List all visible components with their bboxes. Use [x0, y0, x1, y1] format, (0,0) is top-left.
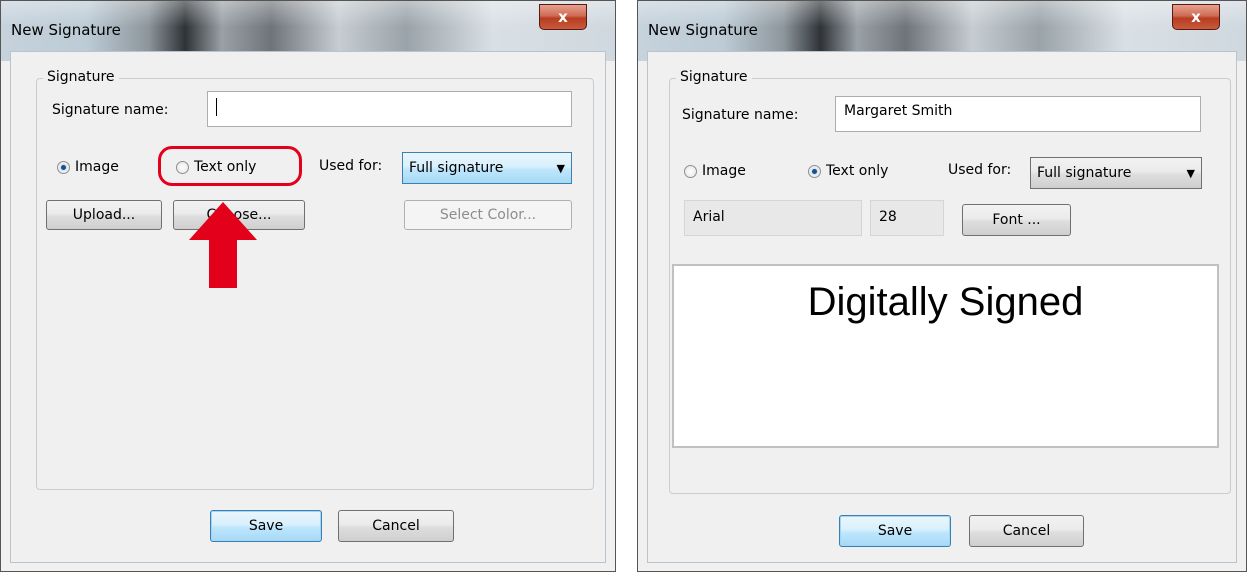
used-for-select[interactable]: Full signature ▼ [1030, 157, 1202, 189]
cancel-button[interactable]: Cancel [338, 510, 454, 542]
signature-name-label: Signature name: [682, 107, 799, 123]
signature-group-label: Signature [676, 69, 752, 85]
save-button[interactable]: Save [210, 510, 322, 542]
font-size-display: 28 [870, 200, 944, 236]
signature-groupbox: Signature [36, 69, 594, 490]
close-icon: x [1191, 8, 1201, 26]
radio-unchecked-icon [684, 164, 697, 178]
used-for-select[interactable]: Full signature ▼ [402, 152, 572, 184]
used-for-label: Used for: [948, 162, 1012, 178]
radio-image[interactable]: Image [57, 159, 119, 175]
radio-text-only[interactable]: Text only [808, 163, 888, 179]
dialog-title: New Signature [648, 21, 758, 39]
signature-name-input[interactable]: Margaret Smith [835, 96, 1201, 132]
close-button[interactable]: x [539, 4, 587, 30]
new-signature-dialog-left: New Signature x Signature Signature name… [0, 0, 616, 572]
select-color-button[interactable]: Select Color... [404, 200, 572, 230]
signature-name-label: Signature name: [52, 102, 169, 118]
radio-checked-icon [57, 160, 70, 174]
cancel-button[interactable]: Cancel [969, 515, 1084, 547]
dropdown-arrow-icon: ▼ [556, 161, 565, 175]
used-for-label: Used for: [319, 158, 383, 174]
dialog-body: Signature Signature name: Margaret Smith… [647, 51, 1237, 563]
text-caret [216, 98, 217, 116]
save-button[interactable]: Save [839, 515, 951, 547]
highlight-oval [158, 146, 302, 186]
signature-group-label: Signature [43, 69, 119, 85]
dialog-body: Signature Signature name: Image Text onl… [10, 51, 606, 563]
radio-image[interactable]: Image [684, 163, 746, 179]
close-icon: x [558, 8, 568, 26]
signature-name-input[interactable] [207, 91, 572, 127]
preview-text: Digitally Signed [807, 280, 1084, 324]
dropdown-arrow-icon: ▼ [1186, 166, 1195, 180]
upload-button[interactable]: Upload... [46, 200, 162, 230]
font-name-display: Arial [684, 200, 862, 236]
red-arrow-icon [189, 202, 257, 288]
dialog-title: New Signature [11, 21, 121, 39]
close-button[interactable]: x [1172, 4, 1220, 30]
signature-preview: Digitally Signed [672, 264, 1219, 448]
new-signature-dialog-right: New Signature x Signature Signature name… [637, 0, 1247, 572]
font-button[interactable]: Font ... [962, 204, 1071, 236]
radio-checked-icon [808, 164, 821, 178]
